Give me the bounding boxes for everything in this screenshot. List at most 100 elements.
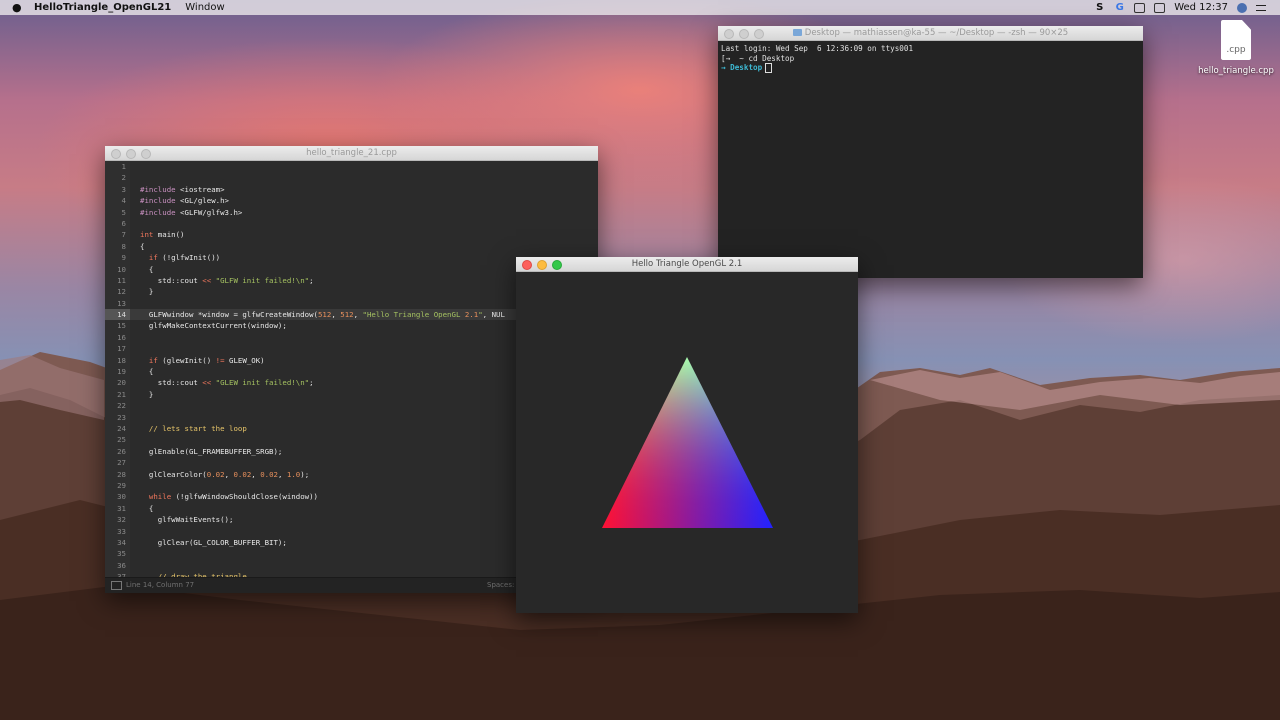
line-number: 13 bbox=[117, 298, 126, 308]
code-text: std::cout << "GLEW init failed!\n"; bbox=[140, 378, 314, 388]
code-text: glEnable(GL_FRAMEBUFFER_SRGB); bbox=[140, 446, 283, 456]
line-number: 23 bbox=[117, 412, 126, 422]
desktop-file-label: hello_triangle.cpp bbox=[1198, 66, 1274, 76]
code-text: std::cout << "GLFW init failed!\n"; bbox=[140, 275, 314, 285]
app-name-menu[interactable]: HelloTriangle_OpenGL21 bbox=[34, 2, 171, 13]
menu-list-icon[interactable] bbox=[1256, 4, 1266, 11]
terminal-content[interactable]: Last login: Wed Sep 6 12:36:09 on ttys00… bbox=[718, 41, 1143, 76]
close-button[interactable] bbox=[111, 149, 121, 159]
line-number: 11 bbox=[117, 275, 126, 285]
line-number: 8 bbox=[121, 241, 126, 251]
command-line: [→ ~ cd Desktop bbox=[721, 53, 795, 63]
gl-canvas bbox=[516, 272, 858, 613]
code-text: { bbox=[140, 503, 154, 513]
code-text: // lets start the loop bbox=[140, 423, 247, 433]
zoom-button[interactable] bbox=[552, 260, 562, 270]
code-line[interactable]: 3 #include <iostream> bbox=[105, 184, 598, 195]
line-number: 18 bbox=[117, 355, 126, 365]
skype-icon[interactable]: S bbox=[1094, 2, 1105, 13]
line-number: 21 bbox=[117, 389, 126, 399]
desktop-file-item[interactable]: .cpp hello_triangle.cpp bbox=[1196, 20, 1276, 76]
terminal-window[interactable]: Desktop — mathiassen@ka-55 — ~/Desktop —… bbox=[718, 26, 1143, 278]
code-text: glfwMakeContextCurrent(window); bbox=[140, 321, 287, 331]
minimize-button[interactable] bbox=[126, 149, 136, 159]
code-text: { bbox=[140, 241, 145, 251]
code-line[interactable]: 2 bbox=[105, 172, 598, 183]
panel-toggle-icon[interactable] bbox=[111, 580, 122, 590]
line-number: 16 bbox=[117, 332, 126, 342]
close-button[interactable] bbox=[724, 29, 734, 39]
terminal-cursor bbox=[765, 63, 773, 74]
code-line[interactable]: 8{ bbox=[105, 241, 598, 252]
line-number: 27 bbox=[117, 458, 126, 468]
line-number: 4 bbox=[121, 196, 126, 206]
line-number: 35 bbox=[117, 549, 126, 559]
cpp-file-icon: .cpp bbox=[1221, 20, 1251, 60]
line-number: 12 bbox=[117, 287, 126, 297]
code-text: { bbox=[140, 264, 154, 274]
editor-titlebar[interactable]: hello_triangle_21.cpp bbox=[105, 146, 598, 161]
code-line[interactable]: 7 int main() bbox=[105, 229, 598, 240]
line-number: 33 bbox=[117, 526, 126, 536]
apple-menu-icon[interactable]: ● bbox=[12, 1, 22, 14]
folder-icon bbox=[792, 29, 802, 36]
minimize-button[interactable] bbox=[537, 260, 547, 270]
airplay-icon[interactable] bbox=[1134, 2, 1146, 13]
line-number: 31 bbox=[117, 503, 126, 513]
line-number: 6 bbox=[121, 218, 126, 228]
opengl-window[interactable]: Hello Triangle OpenGL 2.1 bbox=[516, 257, 858, 613]
code-line[interactable]: 4 #include <GL/glew.h> bbox=[105, 195, 598, 206]
line-number: 34 bbox=[117, 537, 126, 547]
line-number: 24 bbox=[117, 423, 126, 433]
line-number: 19 bbox=[117, 367, 126, 377]
line-number: 15 bbox=[117, 321, 126, 331]
code-text: #include <GLFW/glfw3.h> bbox=[140, 207, 243, 217]
line-number: 9 bbox=[121, 253, 126, 263]
code-line[interactable]: 1 bbox=[105, 161, 598, 172]
menu-clock[interactable]: Wed 12:37 bbox=[1174, 2, 1228, 13]
line-number: 32 bbox=[117, 515, 126, 525]
line-number: 7 bbox=[121, 230, 126, 240]
line-number: 20 bbox=[117, 378, 126, 388]
code-text: #include <GL/glew.h> bbox=[140, 196, 230, 206]
menu-window[interactable]: Window bbox=[185, 2, 224, 13]
minimize-button[interactable] bbox=[739, 29, 749, 39]
gl-titlebar[interactable]: Hello Triangle OpenGL 2.1 bbox=[516, 257, 858, 272]
line-number: 26 bbox=[117, 446, 126, 456]
line-number: 5 bbox=[121, 207, 126, 217]
display-icon[interactable] bbox=[1154, 2, 1166, 13]
code-text: if (glewInit() != GLEW_OK) bbox=[148, 355, 265, 365]
code-line[interactable]: 6 bbox=[105, 218, 598, 229]
line-number: 17 bbox=[117, 344, 126, 354]
line-number: 2 bbox=[121, 173, 126, 183]
user-avatar-icon[interactable] bbox=[1237, 2, 1247, 13]
cursor-position: Line 14, Column 77 bbox=[126, 581, 195, 589]
close-button[interactable] bbox=[522, 260, 532, 270]
indent-setting[interactable]: Spaces: bbox=[487, 578, 514, 593]
google-drive-icon[interactable]: G bbox=[1114, 2, 1125, 13]
line-number: 14 bbox=[105, 309, 130, 321]
line-number: 36 bbox=[117, 560, 126, 570]
code-text: GLFWwindow *window = glfwCreateWindow(51… bbox=[140, 310, 505, 320]
prompt-line: → Desktop bbox=[721, 63, 1140, 74]
menu-bar: ● HelloTriangle_OpenGL21 Window S G Wed … bbox=[0, 0, 1280, 15]
line-number: 3 bbox=[121, 184, 126, 194]
terminal-titlebar[interactable]: Desktop — mathiassen@ka-55 — ~/Desktop —… bbox=[718, 26, 1143, 41]
zoom-button[interactable] bbox=[141, 149, 151, 159]
zoom-button[interactable] bbox=[754, 29, 764, 39]
status-area: S G Wed 12:37 bbox=[1094, 2, 1266, 13]
code-text: int main() bbox=[140, 230, 185, 240]
gl-window-title: Hello Triangle OpenGL 2.1 bbox=[631, 259, 743, 269]
code-text: { bbox=[140, 367, 154, 377]
code-line[interactable]: 5 #include <GLFW/glfw3.h> bbox=[105, 207, 598, 218]
